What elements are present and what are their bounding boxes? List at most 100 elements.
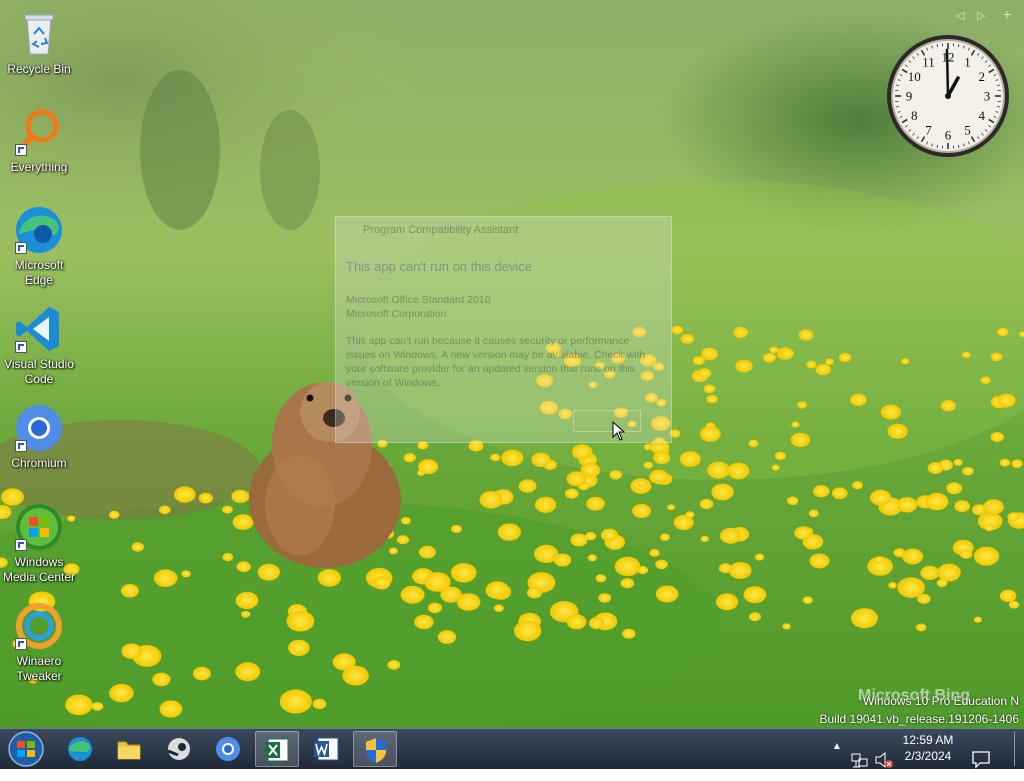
flower <box>637 480 647 488</box>
flower <box>809 510 819 518</box>
word-icon <box>304 731 348 767</box>
clock-gadget[interactable]: 121234567891011 <box>886 34 1010 158</box>
flower <box>154 569 178 587</box>
flower <box>231 490 249 503</box>
winaero-tweaker-desktop-icon[interactable]: Winaero Tweaker <box>0 600 78 684</box>
flower <box>920 566 939 580</box>
show-hidden-icons-chevron-icon[interactable]: ▲ <box>832 741 842 781</box>
network-icon[interactable] <box>851 741 869 781</box>
mouse-pointer-icon <box>612 421 626 441</box>
visual-studio-code-desktop-icon[interactable]: Visual Studio Code <box>0 303 78 387</box>
flower <box>937 564 961 582</box>
flower <box>235 662 260 681</box>
flower <box>193 667 211 681</box>
flower <box>901 358 909 364</box>
flower <box>494 605 504 612</box>
flower <box>888 424 908 439</box>
clock-number: 3 <box>984 89 991 104</box>
flower <box>233 514 254 530</box>
taskbar-edge-button[interactable] <box>58 731 102 767</box>
taskbar-compatibility-assistant-button[interactable] <box>353 731 397 767</box>
flower <box>672 326 684 335</box>
flower <box>850 394 867 406</box>
everything-desktop-icon[interactable]: Everything <box>0 106 78 175</box>
flower <box>237 561 251 572</box>
clock-number: 1 <box>964 55 971 70</box>
flower <box>706 395 717 404</box>
flower <box>424 572 450 592</box>
clock-number: 9 <box>906 89 913 104</box>
taskbar-clock[interactable]: 12:59 AM 2/3/2024 <box>892 732 964 764</box>
flower <box>121 643 142 659</box>
taskbar-word-button[interactable] <box>304 731 348 767</box>
shortcut-arrow-icon <box>15 144 27 156</box>
flower <box>816 364 831 375</box>
flower <box>389 548 398 555</box>
windows-edition-text: Windows 10 Pro Education N <box>863 694 1019 708</box>
flower <box>419 546 436 559</box>
flower <box>480 491 503 509</box>
flower <box>598 593 611 603</box>
volume-muted-icon[interactable] <box>874 740 894 780</box>
flower <box>729 562 752 579</box>
flower <box>720 528 741 544</box>
flower <box>498 523 521 540</box>
gadget-next-icon[interactable]: ▷ <box>977 9 985 22</box>
show-desktop-button[interactable] <box>1014 731 1023 766</box>
flower <box>775 452 786 460</box>
flower <box>280 689 312 713</box>
vscode-icon <box>13 303 65 355</box>
flower <box>160 700 183 717</box>
taskbar-chromium-button[interactable] <box>206 731 250 767</box>
chromium-desktop-icon[interactable]: Chromium <box>0 402 78 471</box>
flower <box>941 400 956 411</box>
clock-number: 11 <box>922 55 935 70</box>
flower <box>588 554 597 561</box>
start-button[interactable] <box>6 731 46 767</box>
taskbar-excel-button[interactable] <box>255 731 299 767</box>
flower <box>711 484 733 501</box>
taskbar-file-explorer-button[interactable] <box>107 731 151 767</box>
flower <box>716 593 738 610</box>
dialog-title: Program Compatibility Assistant <box>363 224 518 236</box>
flower <box>825 359 834 365</box>
flower <box>121 584 139 598</box>
shortcut-arrow-icon <box>15 638 27 650</box>
flower <box>991 432 1004 442</box>
recycle-bin-desktop-icon[interactable]: Recycle Bin <box>0 8 78 77</box>
flower <box>894 548 906 557</box>
dialog-body: This app can't run because it causes sec… <box>346 334 656 390</box>
flower <box>985 524 994 531</box>
flower <box>222 506 233 514</box>
flower <box>700 426 721 442</box>
flower <box>925 493 948 510</box>
flower <box>401 586 425 604</box>
flower <box>527 587 542 598</box>
flower <box>1011 459 1022 468</box>
folder-icon <box>107 731 151 767</box>
flower <box>983 499 1004 514</box>
flower <box>570 534 587 547</box>
dialog-close-button[interactable] <box>573 410 641 432</box>
flower <box>680 451 701 467</box>
everything-label: Everything <box>0 160 78 175</box>
microsoft-edge-desktop-icon[interactable]: Microsoft Edge <box>0 204 78 288</box>
dialog-app-name: Microsoft Office Standard 2010 <box>346 293 491 307</box>
flower <box>794 526 812 539</box>
gadget-add-icon[interactable]: + <box>1003 6 1011 22</box>
everything-magnifier-icon <box>13 106 65 158</box>
flower <box>656 586 679 603</box>
windows-media-center-desktop-icon[interactable]: Windows Media Center <box>0 501 78 585</box>
flower <box>997 328 1008 336</box>
action-center-notification-icon[interactable] <box>971 739 991 779</box>
flower <box>236 592 259 609</box>
excel-icon <box>256 732 300 768</box>
gadget-previous-icon[interactable]: ◁ <box>956 9 964 22</box>
flower <box>159 506 171 515</box>
chromium-icon <box>13 402 65 454</box>
flower <box>397 535 409 544</box>
taskbar-steam-button[interactable] <box>157 731 201 767</box>
flower <box>199 493 213 504</box>
flower <box>698 368 711 378</box>
flower <box>501 450 523 467</box>
